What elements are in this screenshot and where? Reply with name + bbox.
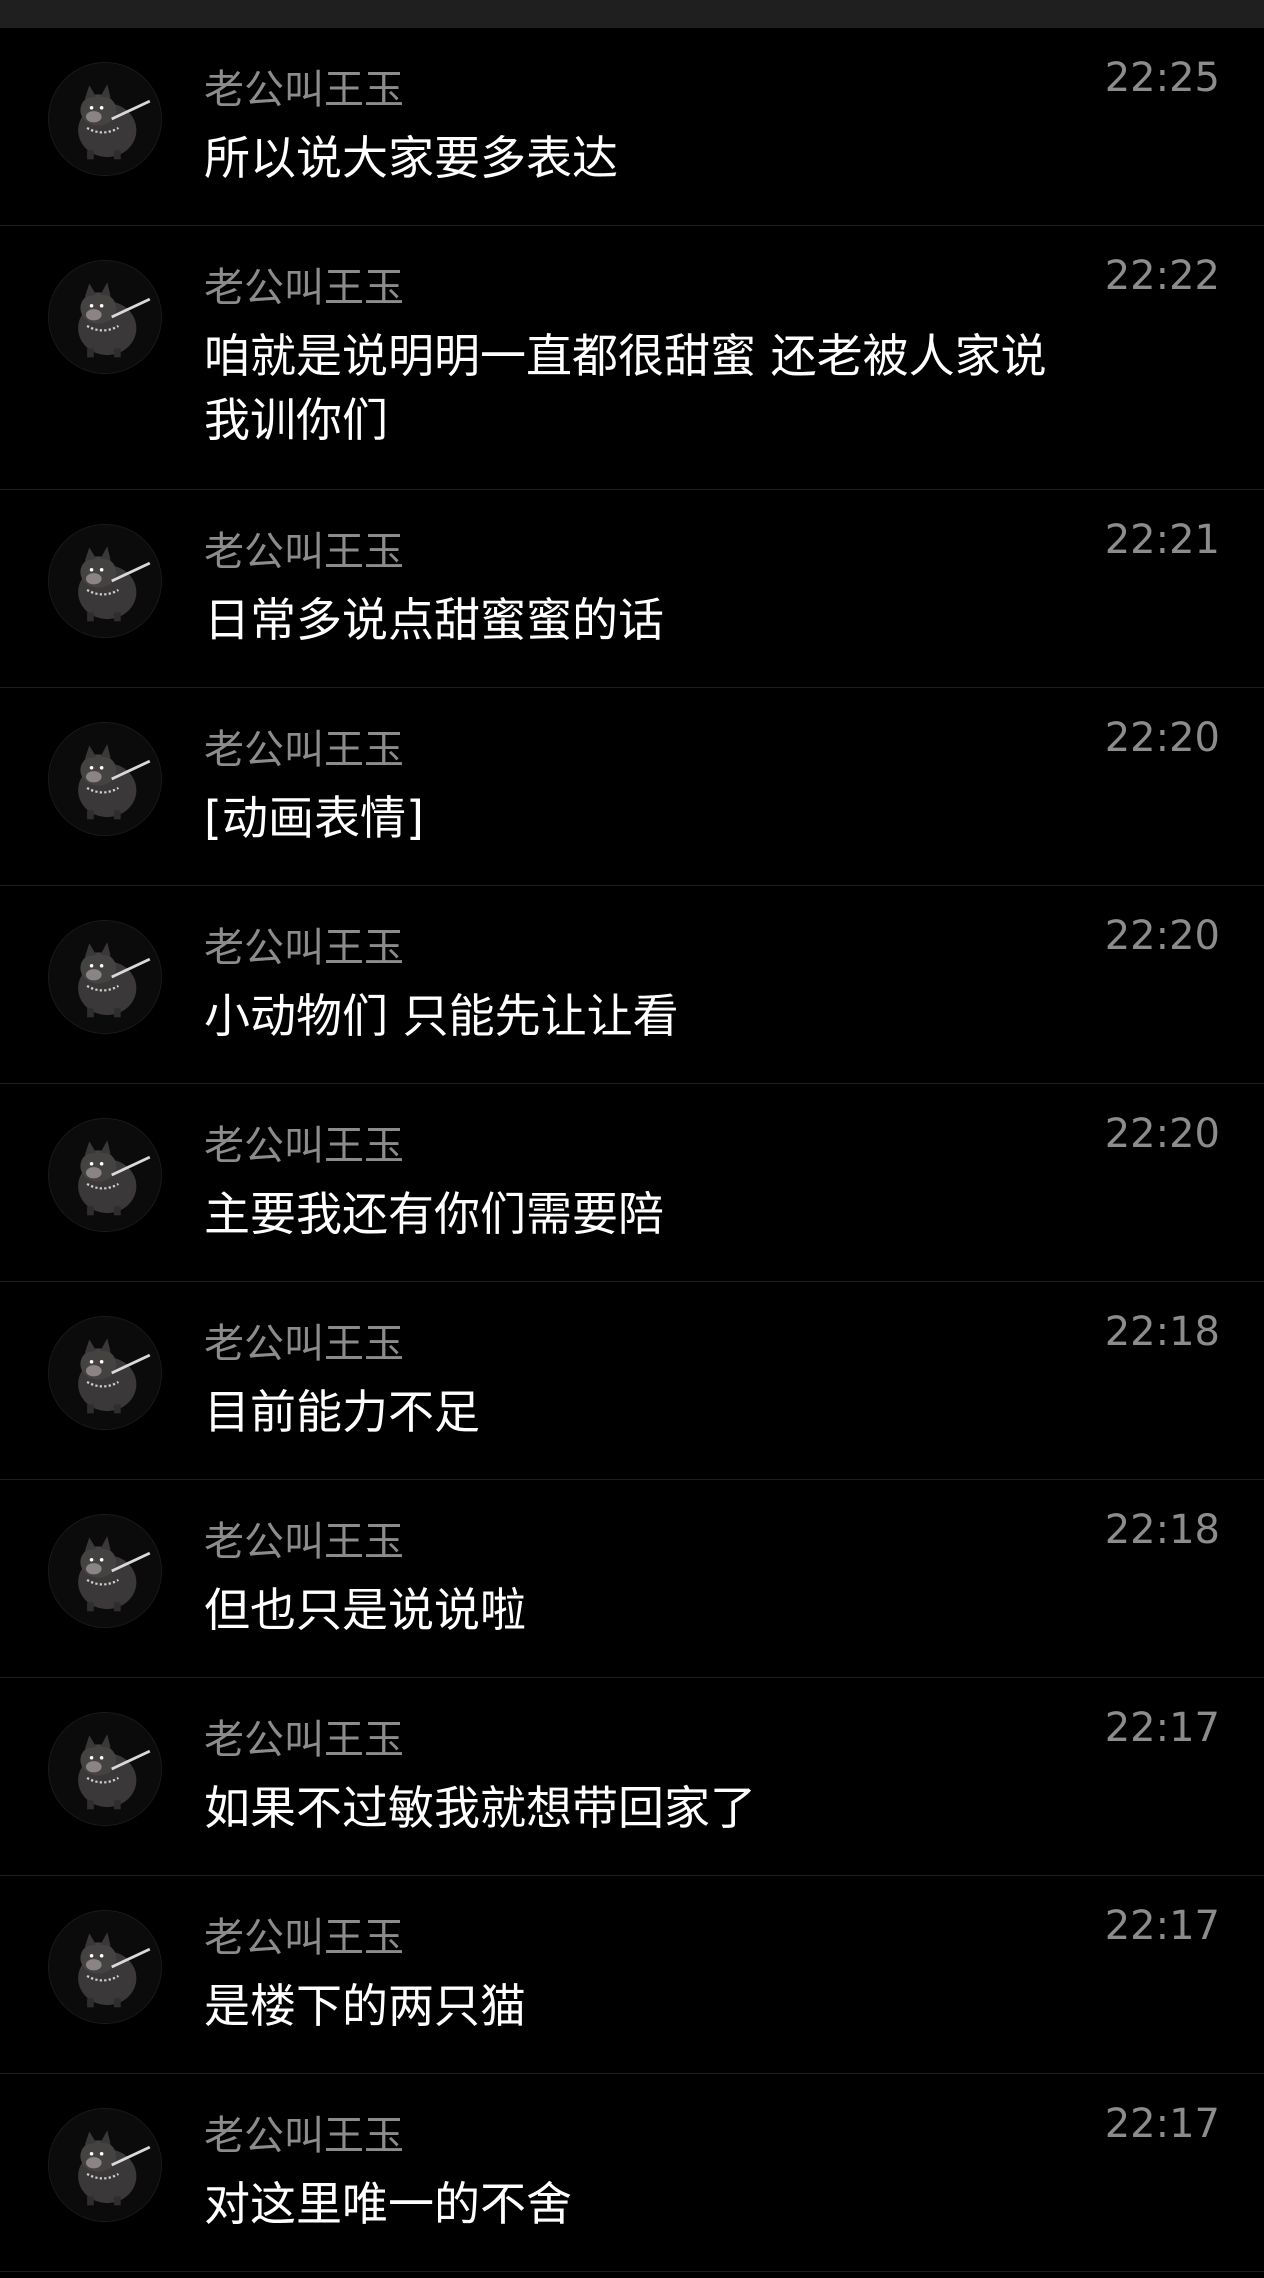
message-text: 日常多说点甜蜜蜜的话 bbox=[204, 593, 664, 647]
dog-avatar-icon[interactable] bbox=[48, 722, 162, 836]
message-row[interactable]: 老公叫王玉 22:22 咱就是说明明一直都很甜蜜 还老被人家说我训你们 bbox=[0, 226, 1264, 490]
message-row[interactable]: 老公叫王玉 22:17 是楼下的两只猫 bbox=[0, 1876, 1264, 2074]
message-text: 如果不过敏我就想带回家了 bbox=[204, 1781, 756, 1835]
status-bar-edge bbox=[0, 0, 1264, 28]
message-text: 对这里唯一的不舍 bbox=[204, 2177, 572, 2231]
message-text: 咱就是说明明一直都很甜蜜 还老被人家说我训你们 bbox=[204, 329, 1047, 447]
message-row[interactable]: 老公叫王玉 22:25 所以说大家要多表达 bbox=[0, 28, 1264, 226]
dog-avatar-icon[interactable] bbox=[48, 1118, 162, 1232]
message-row[interactable]: 老公叫王玉 22:17 如果不过敏我就想带回家了 bbox=[0, 1678, 1264, 1876]
sender-name: 老公叫王玉 bbox=[204, 925, 404, 971]
message-row[interactable]: 老公叫王玉 22:20 [动画表情] bbox=[0, 688, 1264, 886]
sender-name: 老公叫王玉 bbox=[204, 67, 404, 113]
message-row[interactable]: 老公叫王玉 22:18 但也只是说说啦 bbox=[0, 1480, 1264, 1678]
dog-avatar-icon[interactable] bbox=[48, 1910, 162, 2024]
message-text: 小动物们 只能先让让看 bbox=[204, 989, 679, 1043]
dog-avatar-icon[interactable] bbox=[48, 920, 162, 1034]
message-row[interactable]: 老公叫王玉 22:17 对这里唯一的不舍 bbox=[0, 2074, 1264, 2272]
message-time: 22:20 bbox=[1104, 913, 1220, 959]
sender-name: 老公叫王玉 bbox=[204, 1123, 404, 1169]
chat-history-list: 老公叫王玉 22:25 所以说大家要多表达 老公叫王玉 22:22 咱就是说明明… bbox=[0, 28, 1264, 2272]
sender-name: 老公叫王玉 bbox=[204, 727, 404, 773]
message-time: 22:21 bbox=[1104, 517, 1220, 563]
dog-avatar-icon[interactable] bbox=[48, 1514, 162, 1628]
dog-avatar-icon[interactable] bbox=[48, 260, 162, 374]
dog-avatar-icon[interactable] bbox=[48, 2108, 162, 2222]
sender-name: 老公叫王玉 bbox=[204, 1519, 404, 1565]
dog-avatar-icon[interactable] bbox=[48, 62, 162, 176]
message-time: 22:17 bbox=[1104, 2101, 1220, 2147]
message-time: 22:20 bbox=[1104, 1111, 1220, 1157]
message-row[interactable]: 老公叫王玉 22:21 日常多说点甜蜜蜜的话 bbox=[0, 490, 1264, 688]
message-row[interactable]: 老公叫王玉 22:20 主要我还有你们需要陪 bbox=[0, 1084, 1264, 1282]
sender-name: 老公叫王玉 bbox=[204, 1717, 404, 1763]
message-time: 22:18 bbox=[1104, 1309, 1220, 1355]
message-time: 22:22 bbox=[1104, 253, 1220, 299]
message-text: [动画表情] bbox=[204, 791, 424, 845]
message-text: 主要我还有你们需要陪 bbox=[204, 1187, 664, 1241]
message-time: 22:20 bbox=[1104, 715, 1220, 761]
message-time: 22:17 bbox=[1104, 1903, 1220, 1949]
message-row[interactable]: 老公叫王玉 22:20 小动物们 只能先让让看 bbox=[0, 886, 1264, 1084]
message-time: 22:18 bbox=[1104, 1507, 1220, 1553]
message-time: 22:25 bbox=[1104, 55, 1220, 101]
sender-name: 老公叫王玉 bbox=[204, 2113, 404, 2159]
sender-name: 老公叫王玉 bbox=[204, 1321, 404, 1367]
message-text: 是楼下的两只猫 bbox=[204, 1979, 526, 2033]
dog-avatar-icon[interactable] bbox=[48, 1712, 162, 1826]
message-time: 22:17 bbox=[1104, 1705, 1220, 1751]
sender-name: 老公叫王玉 bbox=[204, 1915, 404, 1961]
sender-name: 老公叫王玉 bbox=[204, 265, 404, 311]
dog-avatar-icon[interactable] bbox=[48, 1316, 162, 1430]
dog-avatar-icon[interactable] bbox=[48, 524, 162, 638]
sender-name: 老公叫王玉 bbox=[204, 529, 404, 575]
message-text: 但也只是说说啦 bbox=[204, 1583, 526, 1637]
message-text: 目前能力不足 bbox=[204, 1385, 480, 1439]
message-text: 所以说大家要多表达 bbox=[204, 131, 618, 185]
message-row[interactable]: 老公叫王玉 22:18 目前能力不足 bbox=[0, 1282, 1264, 1480]
